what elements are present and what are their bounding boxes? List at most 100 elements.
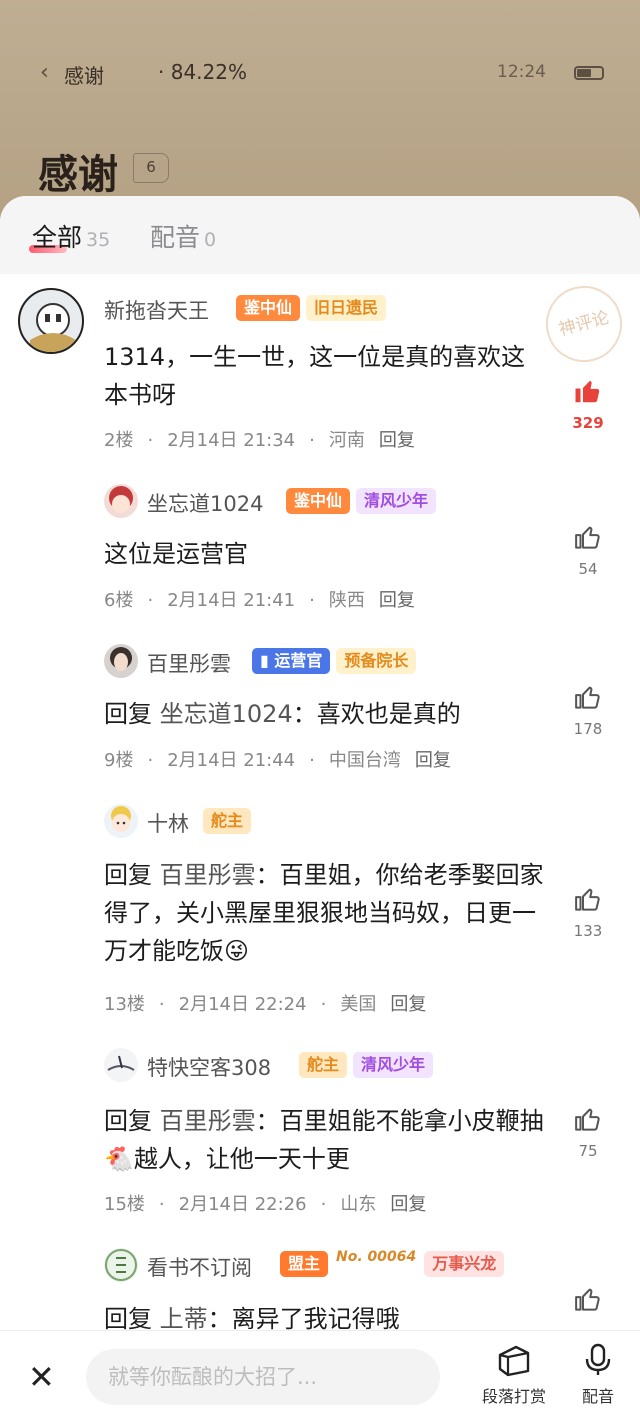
comment-body: ：离异了我记得哦 (207, 1305, 400, 1333)
dubbing-label: 配音 (581, 1387, 614, 1406)
microphone-icon (585, 1343, 611, 1375)
reply-button[interactable]: 回复 (379, 590, 415, 611)
comment-date: 2月14日 21:34 (167, 430, 296, 451)
badge[interactable]: 万事兴龙 (424, 1251, 505, 1277)
comment-meta: 6楼 · 2月14日 21:41 · 陕西 回复 (104, 586, 429, 612)
badge[interactable]: 预备院长 (336, 648, 417, 674)
username[interactable]: 十林 (147, 808, 189, 838)
comment-date: 2月14日 22:24 (178, 994, 307, 1015)
user-avatar[interactable] (104, 644, 138, 678)
badge[interactable]: ▮ 运营官 (252, 648, 331, 674)
username[interactable]: 坐忘道1024 (147, 488, 263, 518)
floor-number: 13楼 (104, 994, 145, 1015)
user-avatar[interactable] (104, 804, 138, 838)
badge[interactable]: 舵主 (299, 1052, 348, 1078)
user-avatar[interactable] (104, 1248, 138, 1282)
tab-dubbing-label: 配音 (150, 223, 201, 252)
username[interactable]: 百里彤雲 (147, 648, 231, 678)
like-count: 178 (573, 720, 603, 738)
user-badges: 舵主 清风少年 (299, 1052, 434, 1078)
reply-target-user[interactable]: 百里彤雲 (160, 1107, 256, 1135)
reply-prefix: 回复 (104, 1107, 152, 1135)
badge[interactable]: 盟主 (280, 1251, 329, 1277)
badge-label: 运营官 (274, 651, 323, 670)
user-badges: 鉴中仙 清风少年 (286, 488, 437, 514)
paragraph-reward-button[interactable]: 段落打赏 (474, 1343, 554, 1407)
chapter-title: 感谢 (38, 152, 118, 198)
user-avatar[interactable] (18, 288, 84, 354)
like-count: 133 (573, 922, 603, 940)
user-avatar[interactable] (104, 484, 138, 518)
like-button[interactable]: 54 (568, 522, 608, 578)
reply-target-user[interactable]: 上蒂 (160, 1305, 208, 1333)
back-chapter-title[interactable]: 感谢 (64, 60, 104, 89)
tab-all-count: 35 (86, 229, 111, 251)
reply-button[interactable]: 回复 (379, 430, 415, 451)
tab-all[interactable]: 全部 35 (32, 218, 110, 254)
comment-date: 2月14日 21:44 (167, 750, 296, 771)
back-chevron-icon[interactable]: ‹ (40, 60, 49, 85)
reply-button[interactable]: 回复 (390, 1194, 426, 1215)
comment-region: 山东 (340, 1194, 377, 1215)
comment-text[interactable]: 1314，一生一世，这一位是真的喜欢这本书呀 (104, 338, 544, 414)
comment-tabs: 全部 35 配音 0 (0, 196, 640, 274)
like-button[interactable] (568, 1284, 608, 1318)
chapter-comment-count[interactable]: 6 (133, 153, 169, 183)
reply-target-user[interactable]: 坐忘道1024 (160, 700, 293, 728)
user-avatar[interactable] (104, 1048, 138, 1082)
meta-separator-dot: · (309, 430, 315, 451)
floor-number: 6楼 (104, 590, 134, 611)
comment-meta: 2楼 · 2月14日 21:34 · 河南 回复 (104, 426, 429, 452)
like-button[interactable]: 75 (568, 1104, 608, 1160)
meta-separator-dot: · (158, 1194, 165, 1215)
comment-input-bar: ✕ 就等你酝酿的大招了... 段落打赏 配音 (0, 1330, 640, 1422)
comment-meta: 15楼 · 2月14日 22:26 · 山东 回复 (104, 1190, 440, 1216)
like-count: 329 (572, 414, 604, 432)
close-icon[interactable]: ✕ (28, 1361, 55, 1393)
tab-all-label: 全部 (32, 223, 83, 252)
thumbs-up-icon (575, 1108, 600, 1131)
comment-date: 2月14日 21:41 (167, 590, 296, 611)
tab-dubbing-count: 0 (204, 229, 217, 251)
comment-body: ：喜欢也是真的 (292, 700, 461, 728)
reply-button[interactable]: 回复 (390, 994, 426, 1015)
meta-separator-dot: · (309, 750, 315, 771)
comment-input[interactable]: 就等你酝酿的大招了... (86, 1349, 440, 1405)
user-badges: 鉴中仙 旧日遗民 (236, 295, 387, 321)
badge[interactable]: 舵主 (203, 808, 252, 834)
comment-meta: 13楼 · 2月14日 22:24 · 美国 回复 (104, 990, 440, 1016)
like-button[interactable]: 178 (568, 682, 608, 738)
thumbs-up-icon (575, 526, 600, 549)
comment-region: 河南 (328, 430, 365, 451)
like-count: 75 (578, 1142, 598, 1160)
comment-text[interactable]: 这位是运营官 (104, 535, 544, 573)
thumbs-up-icon (575, 1288, 600, 1311)
badge[interactable]: 清风少年 (356, 488, 437, 514)
floor-number: 15楼 (104, 1194, 145, 1215)
user-badges: ▮ 运营官 预备院长 (252, 648, 417, 674)
comment-text[interactable]: 回复 百里彤雲：百里姐能不能拿小皮鞭抽🐔越人，让他一天十更 (104, 1102, 544, 1178)
username[interactable]: 新拖沓天王 (104, 295, 209, 325)
comment-region: 美国 (340, 994, 377, 1015)
battery-icon (574, 66, 604, 80)
book-icon: ▮ (260, 651, 269, 670)
badge[interactable]: No. 00064 (334, 1250, 418, 1277)
clock: 12:24 (497, 62, 546, 82)
meta-separator-dot: · (158, 994, 165, 1015)
badge[interactable]: 清风少年 (353, 1052, 434, 1078)
username[interactable]: 特快空客308 (147, 1052, 271, 1082)
comment-text[interactable]: 回复 百里彤雲：百里姐，你给老季娶回家得了，关小黑屋里狠狠地当码奴，日更一万才能… (104, 856, 544, 970)
reader-status-bar: ‹ 感谢 · 84.22% 12:24 (40, 58, 604, 90)
reply-button[interactable]: 回复 (415, 750, 451, 771)
badge[interactable]: 鉴中仙 (236, 295, 301, 321)
reply-target-user[interactable]: 百里彤雲 (160, 861, 256, 889)
like-button[interactable]: 329 (568, 376, 608, 432)
floor-number: 2楼 (104, 430, 134, 451)
username[interactable]: 看书不订阅 (147, 1252, 252, 1282)
tab-dubbing[interactable]: 配音 0 (150, 218, 216, 254)
dubbing-button[interactable]: 配音 (558, 1343, 638, 1407)
badge[interactable]: 鉴中仙 (286, 488, 351, 514)
badge[interactable]: 旧日遗民 (306, 295, 387, 321)
comment-text[interactable]: 回复 坐忘道1024：喜欢也是真的 (104, 695, 544, 733)
like-button[interactable]: 133 (568, 884, 608, 940)
